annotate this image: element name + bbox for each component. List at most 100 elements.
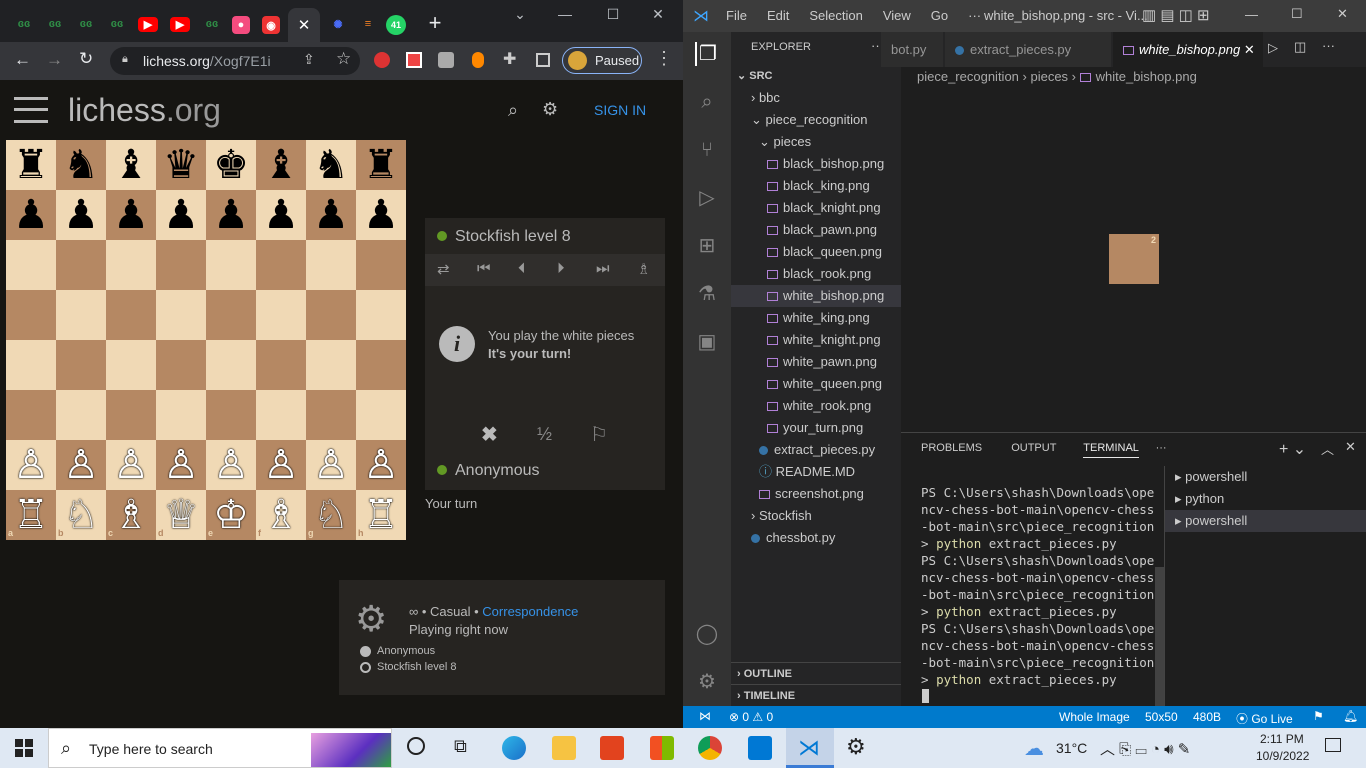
board-square[interactable] (56, 240, 106, 290)
board-square[interactable]: ♝ (256, 140, 306, 190)
tree-item[interactable]: white_queen.png (731, 373, 901, 395)
file-explorer-icon[interactable] (552, 736, 576, 760)
chess-piece[interactable] (206, 340, 256, 390)
prev-move-icon[interactable]: ⏴ (518, 260, 526, 277)
outline-section[interactable]: › OUTLINE (731, 662, 901, 684)
tab-search-icon[interactable]: ⌄ (505, 6, 535, 26)
cortana-icon[interactable] (407, 737, 425, 755)
chess-piece[interactable] (6, 240, 56, 290)
terminal-instance[interactable]: ▸ powershell (1165, 466, 1366, 488)
board-square[interactable]: ♗ (106, 490, 156, 540)
gear-icon[interactable]: ⚙ (542, 99, 558, 120)
layout-icons[interactable]: ▥ ▤ ◫ ⊞ (1142, 6, 1210, 24)
chess-board[interactable]: ♜ ♞ ♝ ♛ ♚ ♝ ♞ ♜ 8 ♟ ♟ ♟ ♟ ♟ ♟ ♟ ♟ 7 6 5 4 3 ♙ ♙ ♙ ♙ ♙ ♙ ♙ ♙ 2 ♖ ♘ ♗ ♕ ♔ ♗ ♘ ♖ 1… (6, 140, 406, 540)
output-tab[interactable]: OUTPUT (1011, 442, 1056, 454)
chess-piece[interactable] (306, 390, 356, 440)
menu-item[interactable]: Go (931, 8, 948, 23)
board-square[interactable] (56, 290, 106, 340)
board-square[interactable] (306, 240, 356, 290)
board-square[interactable]: ♙ (206, 440, 256, 490)
chess-piece[interactable] (56, 290, 106, 340)
chess-piece[interactable] (6, 340, 56, 390)
chess-piece[interactable] (306, 240, 356, 290)
bookmark-star-icon[interactable]: ☆ (336, 49, 351, 69)
source-control-icon[interactable]: ⑂ (695, 138, 719, 162)
tree-item[interactable]: screenshot.png (731, 483, 901, 505)
board-square[interactable] (256, 390, 306, 440)
task-view-icon[interactable]: ⧉ (454, 736, 467, 757)
chess-piece[interactable]: ♚ (206, 140, 256, 190)
board-square[interactable] (6, 290, 56, 340)
chess-piece[interactable] (56, 240, 106, 290)
menu-icon[interactable]: ⋮ (655, 48, 673, 69)
board-square[interactable] (206, 290, 256, 340)
chess-piece[interactable]: ♖ (6, 490, 56, 540)
notification-center-icon[interactable] (1325, 738, 1341, 752)
board-square[interactable]: ♘ (306, 490, 356, 540)
chess-piece[interactable] (106, 340, 156, 390)
close-tab-icon[interactable]: ✕ (298, 16, 311, 34)
board-square[interactable]: ♖ (6, 490, 56, 540)
board-square[interactable]: ♔ (206, 490, 256, 540)
board-square[interactable] (56, 390, 106, 440)
office-icon[interactable] (600, 736, 624, 760)
board-square[interactable]: ♟ (206, 190, 256, 240)
chess-piece[interactable]: ♙ (156, 440, 206, 490)
tree-item[interactable]: ⌄ pieces (731, 131, 901, 153)
flip-board-icon[interactable]: ⇄ (437, 260, 450, 278)
board-square[interactable]: ♟ (106, 190, 156, 240)
chess-piece[interactable]: ♝ (106, 140, 156, 190)
chess-piece[interactable] (306, 290, 356, 340)
breadcrumb-item[interactable]: piece_recognition (917, 69, 1019, 84)
board-square[interactable] (156, 240, 206, 290)
analysis-icon[interactable]: ♗ (637, 260, 650, 278)
feedback-icon[interactable]: ⚑ (1313, 709, 1324, 723)
chess-piece[interactable] (106, 290, 156, 340)
board-square[interactable]: ♞ (306, 140, 356, 190)
chess-piece[interactable]: ♟ (206, 190, 256, 240)
board-square[interactable] (106, 240, 156, 290)
chess-piece[interactable] (256, 340, 306, 390)
tab-8[interactable]: ● (232, 16, 250, 34)
minimize-button[interactable]: — (550, 6, 580, 26)
chess-piece[interactable] (206, 290, 256, 340)
chess-piece[interactable]: ♗ (106, 490, 156, 540)
vscode-taskbar-button[interactable]: ⋊ (786, 728, 834, 768)
chess-piece[interactable]: ♝ (256, 140, 306, 190)
explorer-icon[interactable]: ❐ (695, 42, 719, 66)
breadcrumb-item[interactable]: pieces (1030, 69, 1068, 84)
extension-icon-4[interactable] (472, 52, 484, 68)
edge-icon[interactable] (502, 736, 526, 760)
chess-piece[interactable] (156, 240, 206, 290)
split-editor-icon[interactable]: ◫ (1294, 39, 1306, 55)
menu-item[interactable]: Edit (767, 8, 789, 23)
chess-piece[interactable] (256, 290, 306, 340)
board-square[interactable] (256, 240, 306, 290)
tree-item[interactable]: white_pawn.png (731, 351, 901, 373)
tab-3[interactable]: ɞɞ (74, 12, 98, 36)
tab-1[interactable]: ɞɞ (12, 12, 36, 36)
chess-piece[interactable] (106, 240, 156, 290)
chess-piece[interactable] (156, 390, 206, 440)
tree-item[interactable]: black_king.png (731, 175, 901, 197)
tree-item[interactable]: white_knight.png (731, 329, 901, 351)
chess-piece[interactable]: ♔ (206, 490, 256, 540)
chess-piece[interactable]: ♘ (306, 490, 356, 540)
chess-piece[interactable]: ♞ (306, 140, 356, 190)
chess-piece[interactable] (256, 390, 306, 440)
remote-icon[interactable]: ⋈ (699, 709, 711, 723)
extension-icon-3[interactable] (438, 52, 454, 68)
close-panel-icon[interactable]: ✕ (1345, 439, 1356, 455)
profile-paused-button[interactable]: Paused (562, 47, 642, 74)
notifications-icon[interactable]: 🔔︎ (1343, 709, 1358, 723)
board-square[interactable] (106, 390, 156, 440)
chess-piece[interactable]: ♟ (56, 190, 106, 240)
share-icon[interactable]: ⇪ (303, 51, 315, 68)
chess-piece[interactable] (206, 240, 256, 290)
maximize-button[interactable]: ☐ (598, 6, 628, 26)
timeline-section[interactable]: › TIMELINE (731, 684, 901, 706)
chess-piece[interactable]: ♗ (256, 490, 306, 540)
weather-icon[interactable]: ☁ (1024, 736, 1044, 761)
chess-piece[interactable]: ♙ (206, 440, 256, 490)
tree-item[interactable]: › Stockfish (731, 505, 901, 527)
